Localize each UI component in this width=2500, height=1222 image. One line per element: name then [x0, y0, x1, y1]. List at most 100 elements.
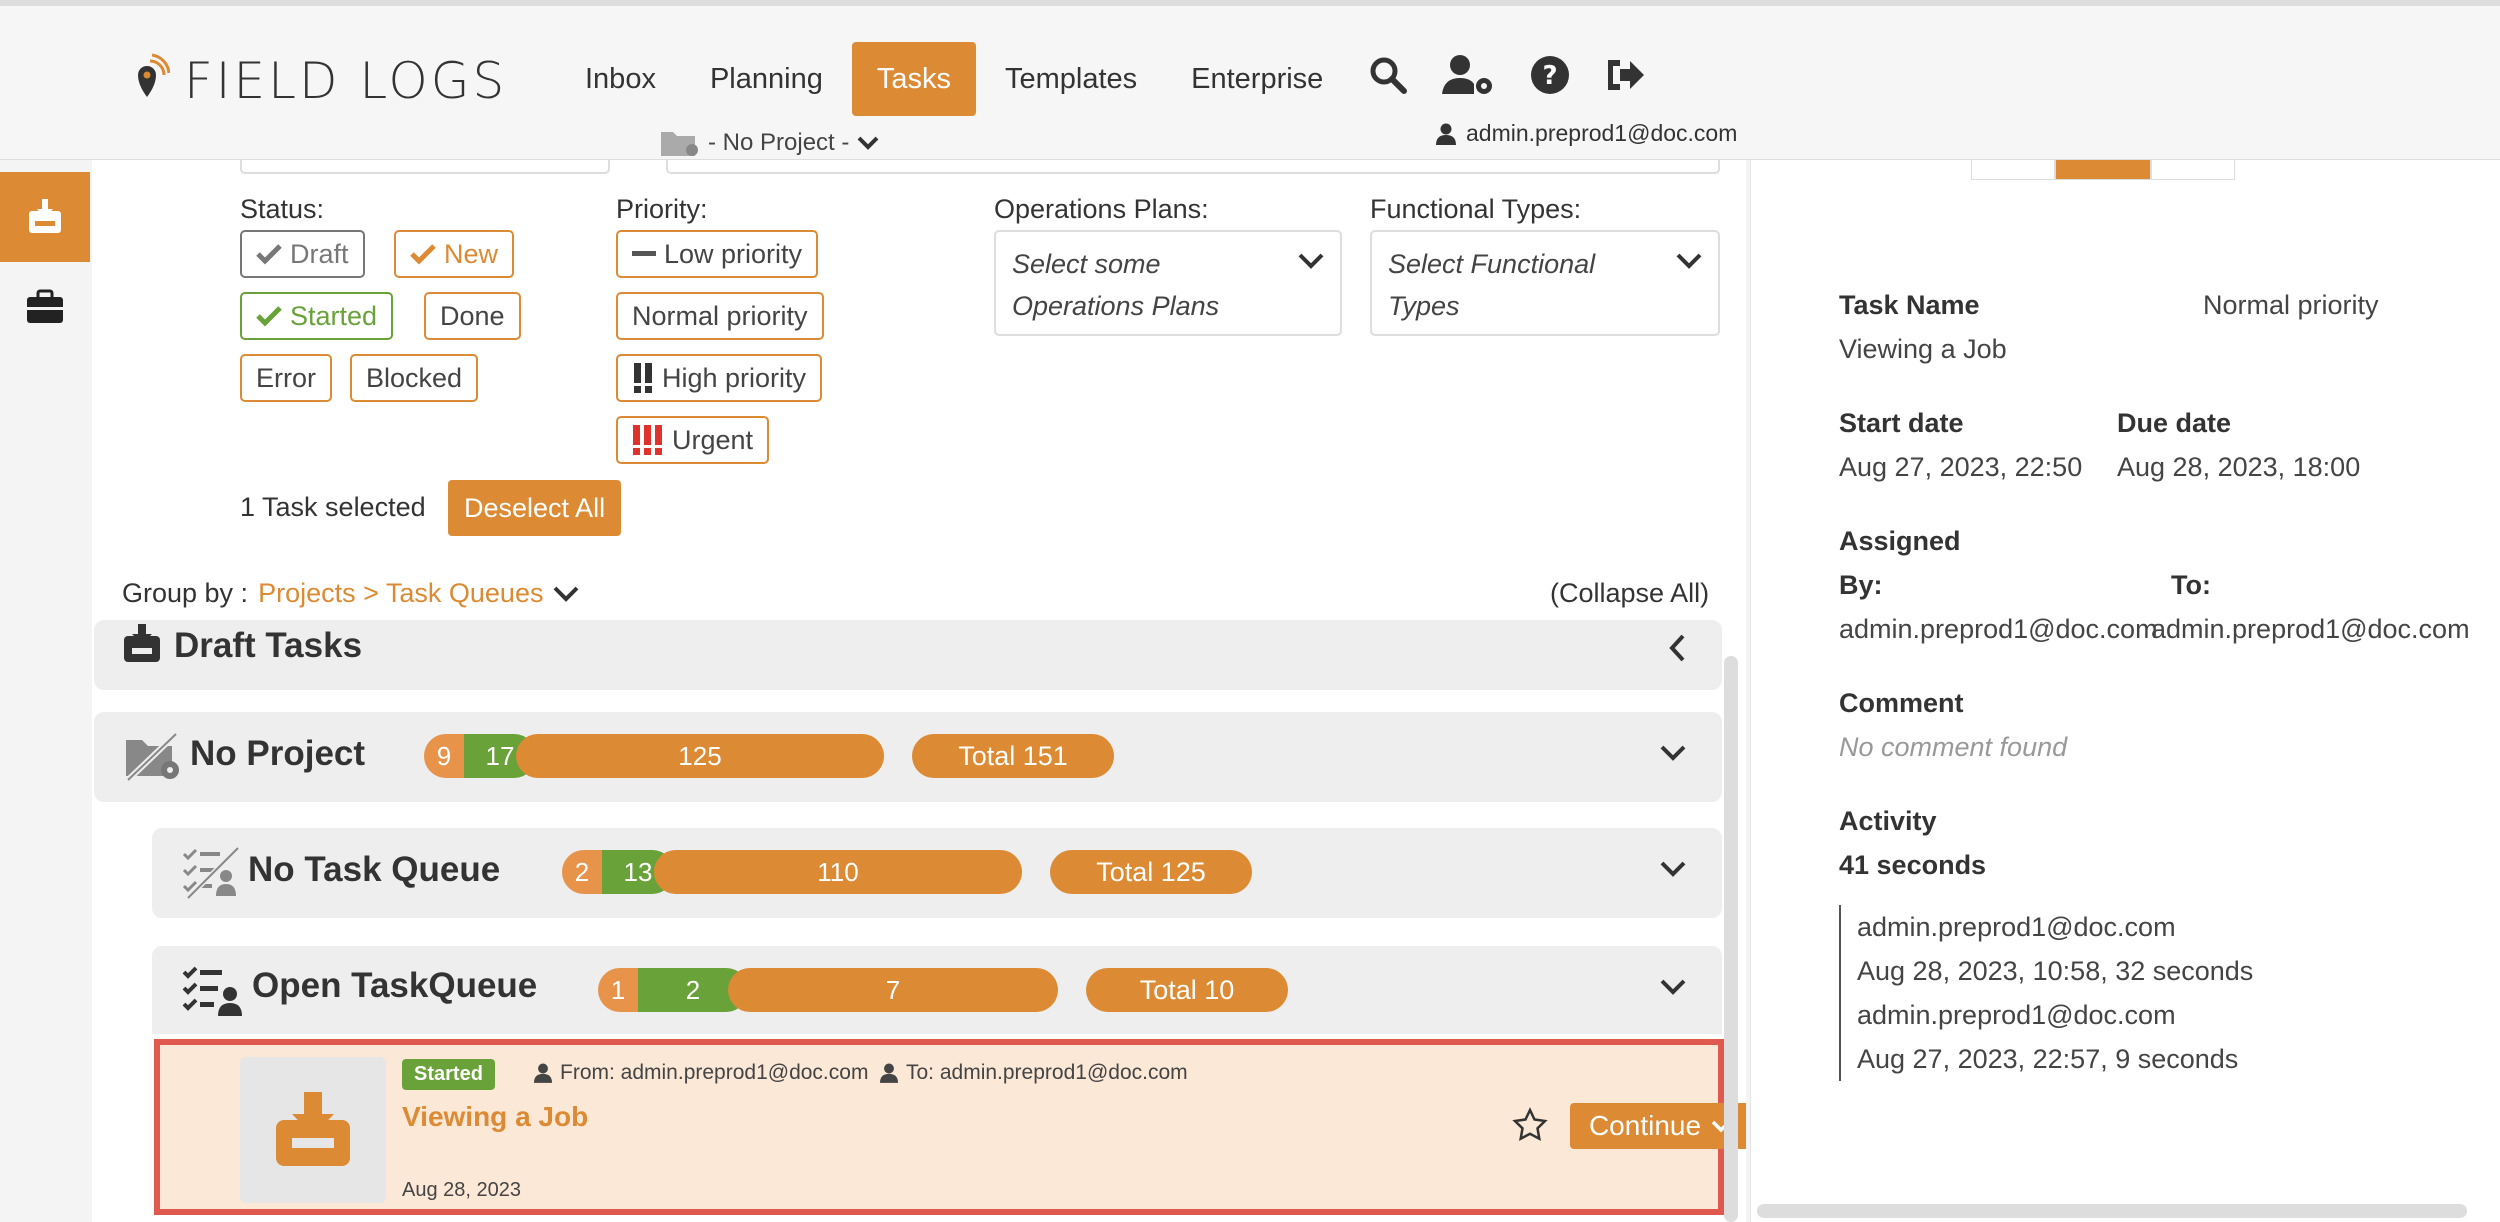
priority-chip-urgent[interactable]: Urgent [616, 416, 770, 464]
total-badge: Total 10 [1086, 968, 1288, 1012]
logo[interactable]: FIELD LOGS [124, 52, 507, 110]
inbox-icon [276, 1092, 350, 1166]
operations-plans-placeholder-2: Operations Plans [1012, 291, 1220, 321]
header-icons: ? [1368, 54, 1646, 96]
svg-text:?: ? [1542, 61, 1557, 91]
status-badge: Started [402, 1059, 495, 1090]
priority-chip-normal[interactable]: Normal priority [616, 292, 824, 340]
assigned-to-label: To: [2171, 570, 2211, 600]
detail-horizontal-scrollbar[interactable] [1757, 1204, 2467, 1218]
sidebar-item-jobs[interactable] [0, 262, 90, 352]
filter-field-partial[interactable] [666, 160, 1720, 174]
group-by-label: Group by : [122, 578, 249, 608]
assigned-to-value: admin.preprod1@doc.com [2151, 614, 2470, 644]
check-icon [256, 244, 282, 265]
start-date-label: Start date [1839, 408, 1964, 438]
status-chip-label: Started [290, 301, 378, 331]
task-list-scrollbar[interactable] [1724, 656, 1738, 1222]
collapse-all-link[interactable]: (Collapse All) [1550, 578, 1709, 609]
total-badge: Total 125 [1050, 850, 1252, 894]
status-progress-bar: 1 2 7 [598, 968, 1058, 1012]
task-name-label: Task Name [1839, 290, 1980, 320]
priority-chip-low[interactable]: Low priority [616, 230, 819, 278]
detail-tab-3[interactable] [2151, 160, 2235, 180]
functional-types-placeholder-2: Types [1388, 291, 1460, 321]
assigned-label: Assigned [1839, 526, 1961, 556]
status-chip-done[interactable]: Done [424, 292, 521, 340]
group-title: Open TaskQueue [252, 966, 538, 1005]
operations-plans-select[interactable]: Select some Operations Plans [994, 230, 1342, 336]
group-title: No Project [190, 734, 366, 773]
task-title[interactable]: Viewing a Job [402, 1101, 588, 1133]
search-field-partial[interactable] [240, 160, 610, 174]
status-chip-error[interactable]: Error [240, 354, 332, 402]
status-chip-draft[interactable]: Draft [240, 230, 365, 278]
inbox-icon [29, 199, 61, 233]
left-sidebar [0, 160, 90, 1222]
nav-tasks[interactable]: Tasks [851, 42, 976, 116]
status-chip-new[interactable]: New [394, 230, 515, 278]
detail-tab-2[interactable] [2055, 160, 2151, 180]
task-card-selected[interactable]: Started From: admin.preprod1@doc.com To:… [154, 1039, 1746, 1215]
operations-plans-label: Operations Plans: [994, 194, 1209, 224]
activity-duration: 41 seconds [1839, 850, 1987, 880]
priority-label: Priority: [616, 194, 708, 224]
priority-chip-high[interactable]: High priority [616, 354, 823, 402]
inbox-icon [124, 624, 160, 662]
task-detail-panel: Task Name Normal priority Viewing a Job … [1750, 160, 2500, 1222]
group-no-task-queue[interactable]: No Task Queue 2 13 110 Total 125 [152, 828, 1722, 918]
double-exclamation-icon [634, 363, 652, 393]
triple-exclamation-icon [633, 425, 662, 455]
chevron-down-icon[interactable] [1660, 860, 1686, 878]
functional-types-select[interactable]: Select Functional Types [1370, 230, 1720, 336]
star-icon[interactable] [1512, 1107, 1548, 1143]
task-from: From: admin.preprod1@doc.com [534, 1061, 868, 1085]
group-draft-tasks[interactable]: Draft Tasks [94, 620, 1722, 690]
logout-icon[interactable] [1604, 56, 1646, 94]
project-select-label: - No Project - [708, 129, 850, 156]
task-from-text: From: admin.preprod1@doc.com [560, 1061, 869, 1084]
continue-label: Continue [1588, 1110, 1702, 1141]
status-chip-started[interactable]: Started [240, 292, 394, 340]
comment-label: Comment [1839, 688, 1964, 718]
group-no-project[interactable]: No Project 9 17 125 Total 151 [94, 712, 1722, 802]
activity-entry: Aug 27, 2023, 22:57, 9 seconds [1857, 1044, 2239, 1074]
status-chip-blocked[interactable]: Blocked [350, 354, 479, 402]
chevron-down-icon[interactable] [1660, 744, 1686, 762]
assigned-by-value: admin.preprod1@doc.com [1839, 614, 2158, 644]
nav-templates[interactable]: Templates [980, 42, 1162, 116]
folder-settings-slash-icon [125, 732, 179, 782]
chevron-down-icon [1676, 253, 1702, 269]
dash-icon [632, 251, 656, 256]
user-email: admin.preprod1@doc.com [1466, 120, 1738, 146]
search-icon[interactable] [1368, 55, 1408, 95]
nav-planning[interactable]: Planning [685, 42, 848, 116]
detail-tab-1[interactable] [1971, 160, 2055, 180]
user-icon [1436, 123, 1456, 145]
chevron-left-icon[interactable] [1668, 634, 1686, 662]
chevron-down-icon[interactable] [553, 585, 579, 603]
task-queue-slash-icon [182, 846, 240, 900]
continue-button[interactable]: Continue [1570, 1103, 1746, 1149]
nav-inbox[interactable]: Inbox [560, 42, 681, 116]
task-to-text: To: admin.preprod1@doc.com [906, 1061, 1188, 1084]
sidebar-item-inbox[interactable] [0, 172, 90, 262]
help-icon[interactable]: ? [1530, 55, 1570, 95]
chevron-down-icon [1298, 253, 1324, 269]
task-thumbnail [240, 1057, 386, 1203]
status-chip-label: Draft [290, 239, 349, 269]
priority-chip-label: Low priority [664, 239, 803, 269]
top-header: FIELD LOGS Inbox Planning Tasks Template… [0, 0, 2500, 160]
group-by-select[interactable]: Projects > Task Queues [258, 578, 543, 609]
user-settings-icon[interactable] [1442, 54, 1496, 96]
nav-enterprise[interactable]: Enterprise [1166, 42, 1348, 116]
functional-types-placeholder-1: Select Functional [1388, 249, 1596, 279]
operations-plans-placeholder-1: Select some [1012, 249, 1161, 279]
bar-segment-done: 7 [728, 968, 1058, 1012]
project-select[interactable]: - No Project - [660, 128, 879, 158]
group-open-task-queue[interactable]: Open TaskQueue 1 2 7 Total 10 [152, 946, 1722, 1034]
deselect-all-button[interactable]: Deselect All [448, 480, 622, 536]
briefcase-icon [27, 289, 63, 323]
chevron-down-icon[interactable] [1660, 978, 1686, 996]
activity-log: admin.preprod1@doc.com Aug 28, 2023, 10:… [1839, 905, 2253, 1081]
